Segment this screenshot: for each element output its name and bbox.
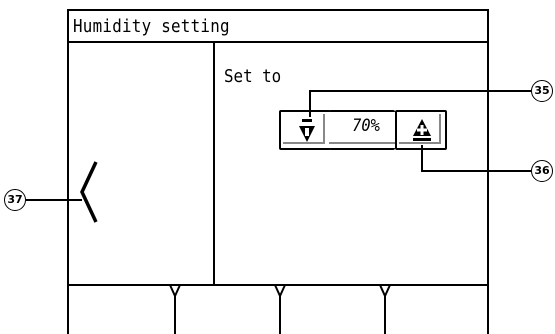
callout-increase: 36 <box>531 160 553 182</box>
callout-decrease: 35 <box>531 80 553 102</box>
callout-back: 37 <box>4 189 26 211</box>
callout-leaders <box>26 90 531 201</box>
